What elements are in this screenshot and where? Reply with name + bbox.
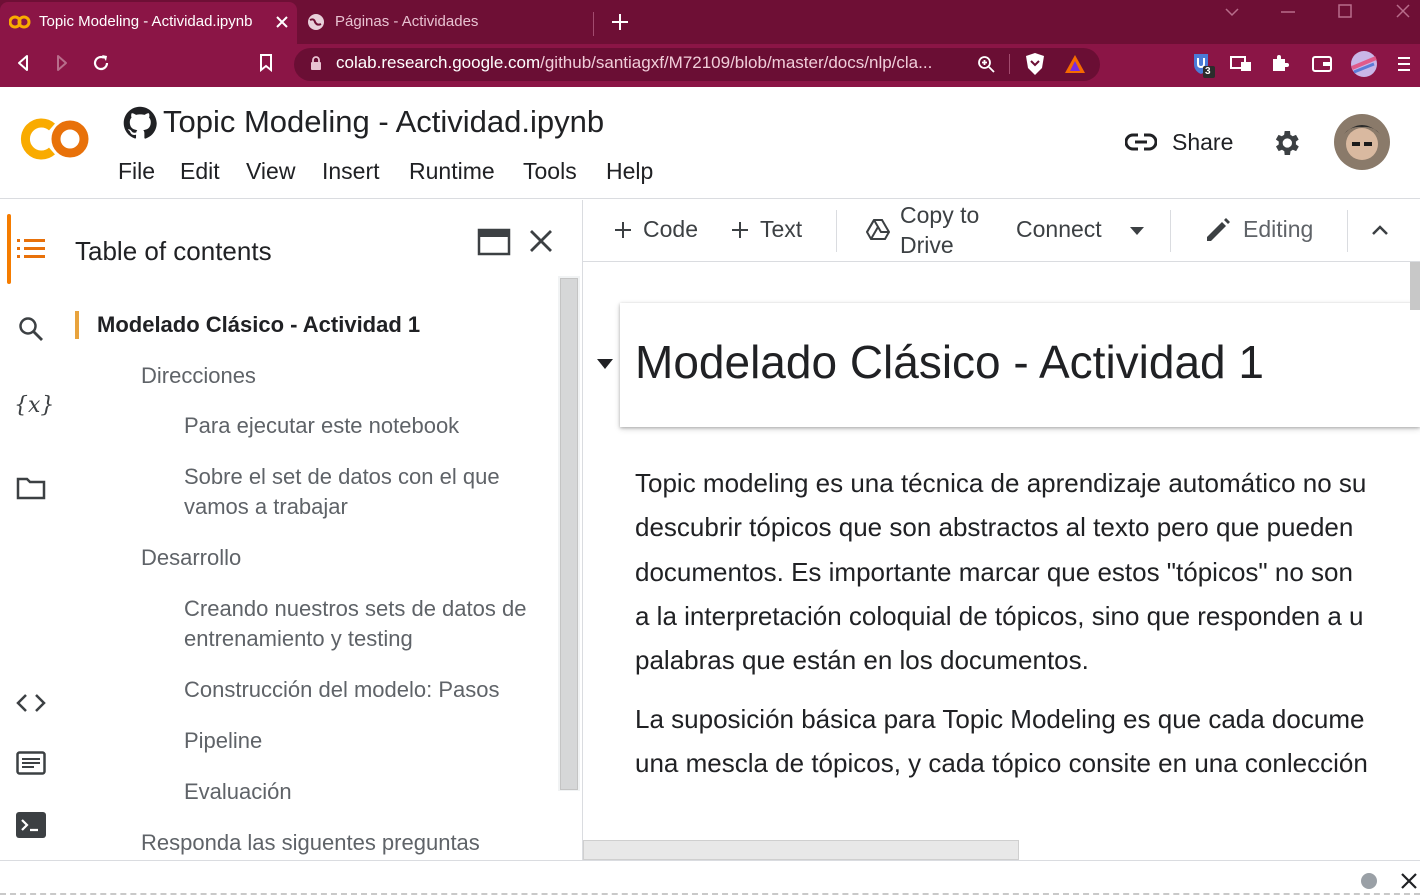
- toc-item-responda[interactable]: Responda las siguentes preguntas: [141, 828, 541, 858]
- table-of-contents-icon[interactable]: [17, 238, 45, 260]
- toc-item-creando-sets[interactable]: Creando nuestros sets de datos de entren…: [184, 594, 544, 654]
- menu-edit[interactable]: Edit: [180, 158, 220, 185]
- google-drive-icon[interactable]: [866, 219, 890, 241]
- menu-file[interactable]: File: [118, 158, 155, 185]
- extension-badge: 3: [1205, 66, 1211, 77]
- colab-favicon-icon: [9, 15, 31, 29]
- tab-close-icon[interactable]: [275, 15, 289, 29]
- open-in-tab-icon[interactable]: [477, 228, 511, 256]
- tab-title-inactive[interactable]: Páginas - Actividades: [335, 13, 575, 30]
- cast-icon[interactable]: [1230, 55, 1252, 73]
- omnibox-divider: [1009, 54, 1010, 74]
- menu-tools[interactable]: Tools: [523, 158, 577, 185]
- status-bar: [0, 860, 1420, 896]
- collapse-header-icon[interactable]: [1371, 224, 1389, 236]
- toc-item-desarrollo[interactable]: Desarrollo: [141, 543, 521, 573]
- toc-item-direcciones[interactable]: Direcciones: [141, 361, 521, 391]
- toc-item-evaluacion[interactable]: Evaluación: [184, 777, 564, 807]
- notebook-vertical-scrollbar[interactable]: [1410, 262, 1420, 310]
- add-text-plus-icon[interactable]: [731, 221, 749, 239]
- wallet-icon[interactable]: [1311, 55, 1333, 73]
- new-tab-icon[interactable]: [611, 13, 629, 31]
- tab-divider: [593, 12, 594, 36]
- settings-gear-icon[interactable]: [1270, 127, 1302, 159]
- brave-shield-icon[interactable]: [1024, 52, 1046, 76]
- close-panel-icon[interactable]: [529, 229, 553, 253]
- variables-icon[interactable]: {x}: [14, 393, 54, 418]
- paragraph-line: La suposición básica para Topic Modeling…: [635, 704, 1365, 734]
- minimize-icon[interactable]: [1280, 10, 1296, 14]
- menu-help[interactable]: Help: [606, 158, 653, 185]
- profile-avatar-icon[interactable]: [1350, 50, 1378, 78]
- paragraph-line: una mescla de tópicos, y cada tópico con…: [635, 748, 1368, 778]
- toc-item-modelado-clasico[interactable]: Modelado Clásico - Actividad 1: [97, 310, 477, 340]
- zoom-icon[interactable]: [977, 55, 995, 73]
- copy-to-drive-line2[interactable]: Drive: [900, 232, 954, 259]
- editing-mode-button[interactable]: Editing: [1243, 216, 1313, 243]
- tab-search-chevron-icon[interactable]: [1224, 6, 1240, 18]
- lock-icon[interactable]: [310, 56, 322, 71]
- browser-menu-icon[interactable]: [1397, 55, 1411, 73]
- toc-title: Table of contents: [75, 236, 272, 266]
- reload-icon[interactable]: [91, 53, 111, 73]
- maximize-icon[interactable]: [1338, 4, 1352, 18]
- editing-pencil-icon[interactable]: [1204, 216, 1232, 244]
- connect-dropdown-icon[interactable]: [1129, 226, 1145, 236]
- github-icon[interactable]: [123, 106, 157, 140]
- toolbar-separator: [836, 210, 837, 252]
- paragraph-line: a la interpretación coloquial de tópicos…: [635, 601, 1364, 631]
- paragraph-line: palabras que están en los documentos.: [635, 645, 1089, 675]
- extension-shield-icon[interactable]: [1190, 52, 1216, 78]
- toc-active-marker: [75, 311, 79, 339]
- toc-item-construccion-modelo[interactable]: Construcción del modelo: Pasos: [184, 675, 554, 705]
- status-close-icon[interactable]: [1400, 872, 1418, 890]
- bottom-dashed-border: [0, 893, 1420, 895]
- back-icon[interactable]: [14, 54, 32, 72]
- extensions-puzzle-icon[interactable]: [1270, 53, 1290, 73]
- notebook-title[interactable]: Topic Modeling - Actividad.ipynb: [163, 104, 604, 140]
- add-text-button[interactable]: Text: [760, 216, 802, 243]
- menu-view[interactable]: View: [246, 158, 295, 185]
- window-close-icon[interactable]: [1396, 4, 1410, 18]
- search-icon[interactable]: [18, 316, 44, 342]
- notebook-horizontal-scrollbar[interactable]: [583, 840, 1019, 860]
- toc-scrollbar-thumb[interactable]: [560, 278, 578, 790]
- copy-to-drive-line1[interactable]: Copy to: [900, 202, 979, 229]
- paragraph-line: Topic modeling es una técnica de aprendi…: [635, 468, 1367, 498]
- url-text[interactable]: colab.research.google.com/github/santiag…: [336, 53, 932, 73]
- rail-active-indicator: [7, 214, 11, 284]
- tab-title-active: Topic Modeling - Actividad.ipynb: [39, 13, 253, 30]
- bookmark-icon[interactable]: [259, 54, 273, 72]
- colab-logo-icon[interactable]: [20, 117, 92, 161]
- menu-runtime[interactable]: Runtime: [409, 158, 495, 185]
- status-dot-icon: [1361, 873, 1377, 889]
- connect-button[interactable]: Connect: [1016, 216, 1102, 243]
- toc-item-para-ejecutar[interactable]: Para ejecutar este notebook: [184, 411, 544, 441]
- paragraph-line: documentos. Es importante marcar que est…: [635, 557, 1353, 587]
- add-code-plus-icon[interactable]: [614, 221, 632, 239]
- menu-insert[interactable]: Insert: [322, 158, 380, 185]
- share-button[interactable]: Share: [1172, 129, 1233, 156]
- globe-icon: [308, 14, 324, 30]
- notebook-heading: Modelado Clásico - Actividad 1: [635, 336, 1264, 388]
- terminal-icon[interactable]: [16, 812, 46, 838]
- files-folder-icon[interactable]: [16, 476, 46, 500]
- user-avatar[interactable]: [1334, 114, 1390, 170]
- toc-item-pipeline[interactable]: Pipeline: [184, 726, 564, 756]
- brave-rewards-icon[interactable]: [1064, 53, 1086, 75]
- link-icon[interactable]: [1125, 131, 1157, 153]
- forward-icon[interactable]: [53, 54, 71, 72]
- paragraph-line: descubrir tópicos que son abstractos al …: [635, 512, 1354, 542]
- toolbar-separator-2: [1170, 210, 1171, 252]
- section-collapse-icon[interactable]: [596, 358, 614, 370]
- toc-item-sobre-el-set[interactable]: Sobre el set de datos con el que vamos a…: [184, 462, 544, 522]
- toolbar-separator-3: [1347, 210, 1348, 252]
- add-code-button[interactable]: Code: [643, 216, 698, 243]
- code-snippets-icon[interactable]: [16, 692, 46, 714]
- command-palette-icon[interactable]: [16, 751, 46, 775]
- toc-panel: [62, 200, 583, 860]
